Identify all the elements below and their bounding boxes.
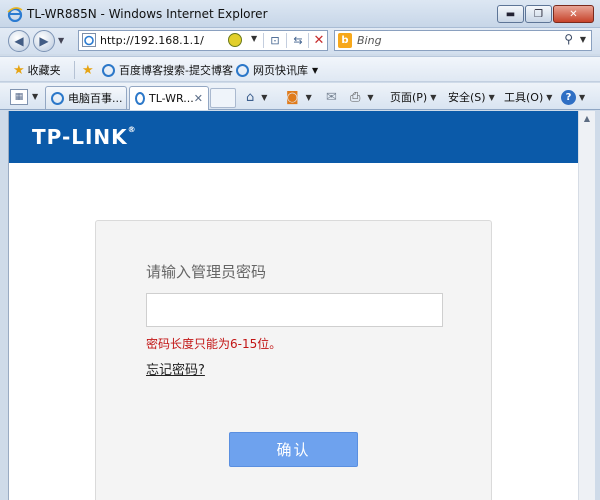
favorite-link-baidu[interactable]: 百度博客搜索-提交博客 — [102, 62, 233, 78]
window-frame-edge — [595, 111, 600, 500]
password-prompt: 请输入管理员密码 — [146, 263, 267, 281]
forward-button[interactable]: ▶ — [33, 30, 55, 52]
read-mail-button[interactable]: ✉ — [326, 88, 341, 106]
tab-diannao[interactable]: 电脑百事... — [45, 86, 127, 109]
tp-link-logo: TP-LINK® — [32, 125, 137, 149]
maximize-button[interactable]: ❐ — [525, 5, 552, 23]
url-text[interactable]: http://192.168.1.1/ — [100, 34, 204, 47]
close-tab-icon[interactable]: ✕ — [194, 92, 203, 105]
tab-list-dropdown[interactable]: ▼ — [32, 92, 38, 101]
page-menu[interactable]: 页面(P) ▼ — [390, 88, 436, 106]
stop-icon[interactable]: ✕ — [310, 32, 328, 49]
favorites-star-icon: ★ — [13, 62, 25, 78]
back-arrow-icon: ◀ — [14, 34, 24, 48]
refresh-icon[interactable]: ⇆ — [289, 32, 307, 49]
page-menu-label: 页面(P) — [390, 91, 428, 104]
favorite-link-label: 网页快讯库 — [253, 64, 308, 77]
chevron-down-icon: ▼ — [430, 92, 437, 102]
tab-tl-wr[interactable]: TL-WR... ✕ — [129, 86, 209, 110]
safety-menu[interactable]: 安全(S) ▼ — [448, 88, 495, 106]
compatibility-icon[interactable]: ⊡ — [266, 32, 284, 49]
compat-view-icon[interactable] — [228, 33, 242, 47]
search-icon[interactable]: ⚲ — [564, 32, 573, 46]
window-title-bar: TL-WR885N - Windows Internet Explorer ▬ … — [0, 0, 600, 28]
add-favorite-icon: ★ — [82, 62, 94, 78]
ie-page-icon — [102, 63, 115, 77]
favorite-link-webslice[interactable]: 网页快讯库 ▼ — [236, 62, 318, 78]
favorites-bar: ★ 收藏夹 ★ 百度博客搜索-提交博客 网页快讯库 ▼ — [0, 56, 600, 82]
back-button[interactable]: ◀ — [8, 30, 30, 52]
logo-text: TP-LINK — [32, 125, 128, 149]
search-placeholder[interactable]: Bing — [357, 34, 382, 47]
print-button[interactable]: ⎙ ▼ — [350, 88, 374, 106]
tab-favicon-icon — [51, 91, 64, 105]
home-button[interactable]: ⌂ ▼ — [246, 88, 267, 106]
address-separator — [263, 33, 264, 48]
add-favorite-button[interactable]: ★ — [82, 62, 97, 78]
tools-menu[interactable]: 工具(O) ▼ — [504, 88, 552, 106]
feeds-button[interactable]: ◙ ▼ — [286, 88, 312, 106]
safety-menu-label: 安全(S) — [448, 91, 486, 104]
tab-label: 电脑百事... — [68, 92, 123, 105]
address-separator — [286, 33, 287, 48]
bing-logo-icon: b — [338, 33, 352, 48]
password-error-message: 密码长度只能为6-15位。 — [146, 337, 282, 351]
search-box[interactable]: b Bing ⚲ ▼ — [334, 30, 592, 51]
tab-row: ▦ ▼ 电脑百事... TL-WR... ✕ ⌂ ▼ ◙ ▼ ✉ ⎙ ▼ 页面(P) ▼… — [0, 83, 600, 110]
favorites-label: 收藏夹 — [27, 64, 61, 77]
address-dropdown[interactable]: ▼ — [251, 34, 257, 43]
tab-label: TL-WR... — [148, 92, 194, 105]
tp-link-header: TP-LINK® — [9, 111, 578, 163]
ie-page-icon — [236, 63, 249, 77]
print-icon: ⎙ — [350, 89, 361, 105]
address-bar[interactable]: http://192.168.1.1/ ▼ ⊡ ⇆ ✕ — [78, 30, 328, 51]
page-favicon-icon — [82, 33, 96, 47]
quick-tabs-button[interactable]: ▦ — [10, 89, 28, 105]
favorite-link-label: 百度博客搜索-提交博客 — [119, 64, 233, 77]
quick-tabs-icon: ▦ — [14, 92, 24, 102]
help-menu[interactable]: ? ▼ — [561, 88, 585, 106]
recent-pages-dropdown[interactable]: ▼ — [58, 36, 64, 45]
mail-icon: ✉ — [326, 89, 337, 105]
home-icon: ⌂ — [246, 89, 255, 105]
chevron-down-icon: ▼ — [312, 65, 319, 75]
chevron-down-icon: ▼ — [579, 92, 586, 102]
help-icon: ? — [561, 89, 576, 105]
forward-arrow-icon: ▶ — [39, 34, 49, 48]
chevron-down-icon: ▼ — [546, 92, 553, 102]
favorites-button[interactable]: ★ 收藏夹 — [13, 62, 61, 78]
chevron-down-icon: ▼ — [261, 92, 268, 102]
login-panel: 请输入管理员密码 密码长度只能为6-15位。 忘记密码? 确认 — [95, 220, 492, 500]
window-controls: ▬ ❐ ✕ — [496, 5, 594, 23]
rss-icon: ◙ — [286, 89, 299, 105]
logo-registered-mark: ® — [127, 125, 137, 134]
chevron-down-icon: ▼ — [367, 92, 374, 102]
password-input[interactable] — [146, 293, 443, 327]
address-row: ◀ ▶ ▼ http://192.168.1.1/ ▼ ⊡ ⇆ ✕ b Bing… — [0, 28, 600, 54]
minimize-button[interactable]: ▬ — [497, 5, 524, 23]
confirm-button[interactable]: 确认 — [229, 432, 358, 467]
vertical-scrollbar[interactable]: ▲ — [578, 111, 595, 500]
window-title: TL-WR885N - Windows Internet Explorer — [27, 7, 268, 21]
tools-menu-label: 工具(O) — [504, 91, 544, 104]
new-tab-button[interactable] — [210, 88, 236, 108]
chevron-down-icon: ▼ — [488, 92, 495, 102]
address-separator — [308, 33, 309, 48]
forgot-password-link[interactable]: 忘记密码? — [146, 359, 205, 378]
scroll-up-arrow-icon[interactable]: ▲ — [579, 111, 595, 127]
page-viewport: TP-LINK® 请输入管理员密码 密码长度只能为6-15位。 忘记密码? 确认 — [8, 111, 578, 500]
tab-favicon-icon — [135, 92, 145, 105]
favorites-separator — [74, 61, 75, 79]
close-window-button[interactable]: ✕ — [553, 5, 594, 23]
search-options-dropdown[interactable]: ▼ — [580, 35, 586, 44]
chevron-down-icon: ▼ — [305, 92, 312, 102]
ie-logo-icon — [7, 7, 23, 22]
